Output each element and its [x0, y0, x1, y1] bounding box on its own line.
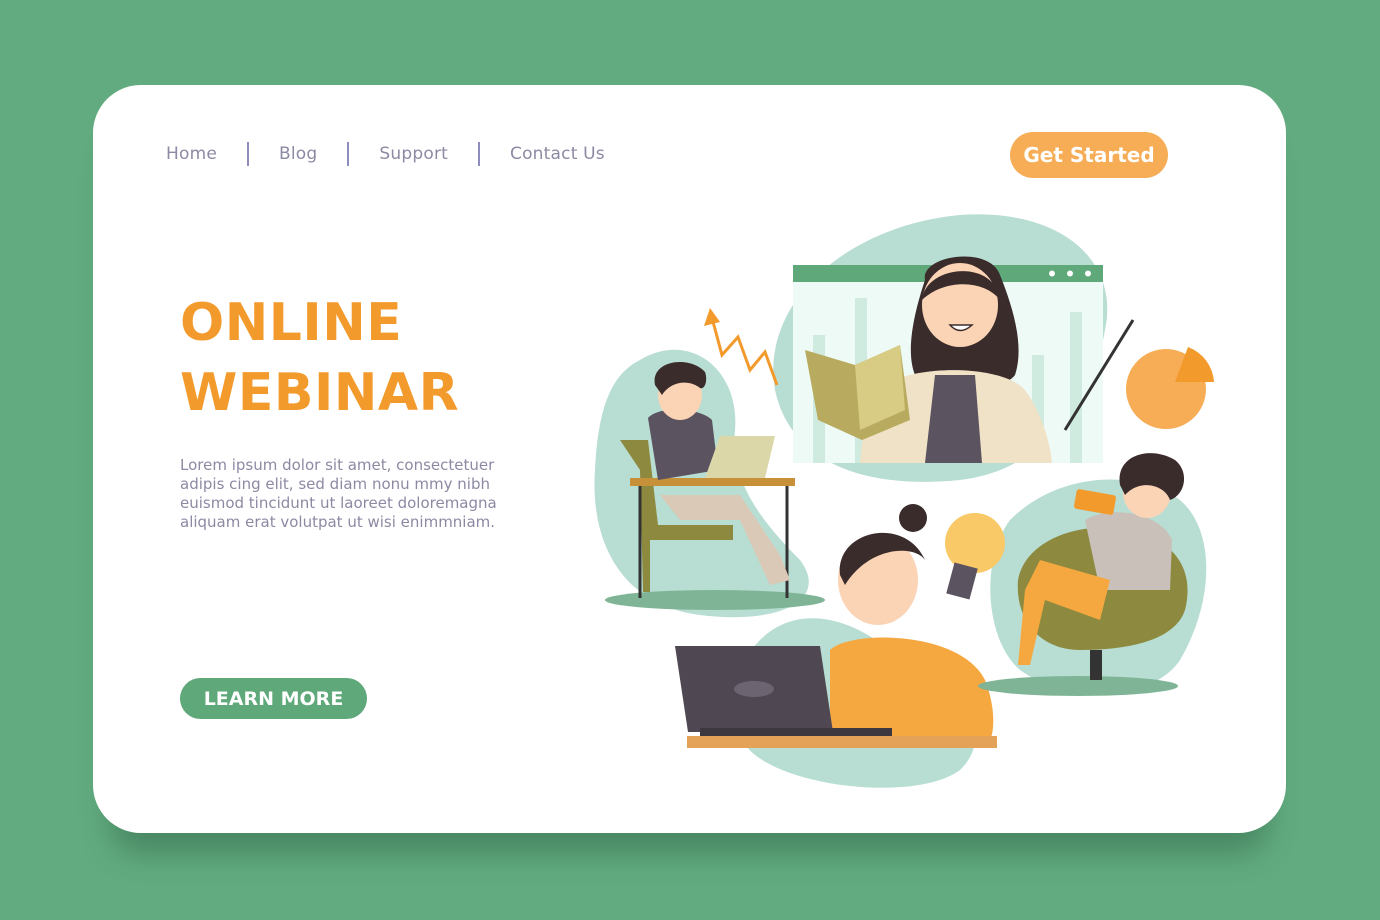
title-line-2: WEBINAR: [180, 363, 460, 423]
description-line: aliquam erat volutpat ut wisi enimmniam.: [180, 513, 496, 531]
top-nav: Home Blog Support Contact Us: [166, 140, 605, 168]
laptop-base: [700, 728, 892, 736]
nav-separator: [347, 142, 350, 166]
lightbulb-icon: [945, 513, 1005, 573]
nav-blog[interactable]: Blog: [279, 144, 317, 164]
webinar-illustration: [594, 214, 1214, 788]
nav-contact-us[interactable]: Contact Us: [510, 144, 605, 164]
get-started-button[interactable]: Get Started: [1010, 132, 1168, 178]
description-line: adipis cing elit, sed diam nonu mmy nibh: [180, 475, 490, 493]
growth-arrow-icon: [710, 317, 779, 386]
description-line: euismod tincidunt ut laoreet doloremagna: [180, 494, 497, 512]
nav-separator: [478, 142, 481, 166]
teacher-shirt: [925, 375, 982, 463]
nav-separator: [247, 142, 250, 166]
hero-description: Lorem ipsum dolor sit amet, consectetuer…: [180, 456, 530, 532]
window-dot-icon: [1085, 270, 1091, 277]
armchair-stand: [1090, 650, 1102, 680]
student2-bun: [899, 504, 927, 532]
table: [687, 736, 997, 748]
window-dot-icon: [1067, 270, 1073, 277]
learn-more-button[interactable]: LEARN MORE: [180, 678, 367, 719]
lightbulb-base: [946, 562, 978, 600]
bg-bar: [1070, 312, 1082, 463]
page-title: ONLINE WEBINAR: [180, 288, 580, 428]
arrow-head-icon: [704, 308, 720, 326]
window-dot-icon: [1049, 270, 1055, 277]
student1-body: [648, 409, 718, 480]
nav-support[interactable]: Support: [379, 144, 448, 164]
laptop-logo: [734, 681, 774, 697]
description-line: Lorem ipsum dolor sit amet, consectetuer: [180, 456, 495, 474]
desk: [630, 478, 795, 486]
student2-body: [830, 637, 994, 740]
floor-shadow: [978, 676, 1178, 696]
title-line-1: ONLINE: [180, 293, 403, 353]
floor-shadow: [605, 590, 825, 610]
nav-home[interactable]: Home: [166, 144, 217, 164]
